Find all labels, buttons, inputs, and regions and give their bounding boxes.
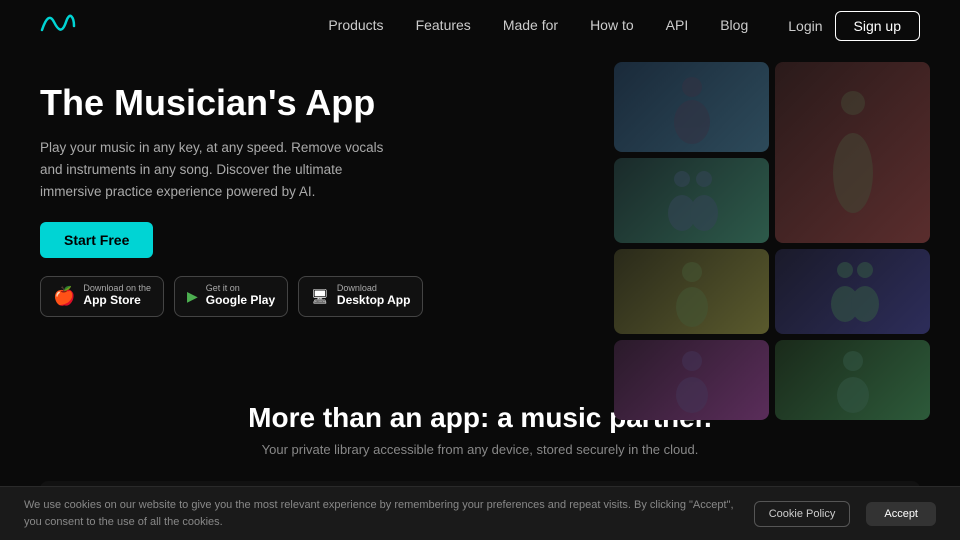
photo-overlay-5 [775,249,930,334]
googleplay-icon: ▶ [187,288,198,305]
photo-grid [614,62,930,420]
photo-mic [614,340,769,420]
googleplay-main: Google Play [206,293,275,309]
start-free-button[interactable]: Start Free [40,222,153,258]
photo-overlay-4 [614,249,769,334]
appstore-button[interactable]: 🍎 Download on the App Store [40,276,164,317]
photo-overlay-2 [775,62,930,243]
logo [40,12,76,41]
hero-description: Play your music in any key, at any speed… [40,137,400,202]
hero-section: The Musician's App Play your music in an… [0,52,960,382]
nav-api[interactable]: API [666,17,689,33]
photo-headphones [614,62,769,152]
photo-guitar-duo [775,249,930,334]
cookie-policy-button[interactable]: Cookie Policy [754,501,851,527]
hero-content: The Musician's App Play your music in an… [40,62,500,382]
hero-photo-grid [520,62,920,382]
appstore-text: Download on the App Store [83,284,151,309]
photo-overlay-3 [614,158,769,243]
photo-studio [614,158,769,243]
cookie-text: We use cookies on our website to give yo… [24,497,738,530]
googleplay-button[interactable]: ▶ Get it on Google Play [174,276,288,317]
googleplay-sub: Get it on [206,284,275,293]
nav-links: Products Features Made for How to API Bl… [328,17,748,35]
photo-guitar-solo [614,249,769,334]
apple-icon: 🍎 [53,286,75,307]
photo-last [775,340,930,420]
second-subtitle: Your private library accessible from any… [40,442,920,457]
navbar: Products Features Made for How to API Bl… [0,0,960,52]
nav-blog[interactable]: Blog [720,17,748,33]
desktop-sub: Download [337,284,411,293]
desktop-icon: 🖥 [311,288,329,305]
nav-features[interactable]: Features [416,17,471,33]
desktop-main: Desktop App [337,293,411,309]
cookie-banner: We use cookies on our website to give yo… [0,486,960,540]
nav-auth: Login Sign up [788,11,920,41]
appstore-sub: Download on the [83,284,151,293]
login-button[interactable]: Login [788,18,822,34]
googleplay-text: Get it on Google Play [206,284,275,309]
desktop-text: Download Desktop App [337,284,411,309]
nav-made-for[interactable]: Made for [503,17,558,33]
signup-button[interactable]: Sign up [835,11,920,41]
nav-how-to[interactable]: How to [590,17,634,33]
photo-dark-musician [775,62,930,243]
desktop-button[interactable]: 🖥 Download Desktop App [298,276,423,317]
photo-overlay-7 [775,340,930,420]
accept-button[interactable]: Accept [866,502,936,526]
photo-overlay-1 [614,62,769,152]
photo-overlay-6 [614,340,769,420]
nav-products[interactable]: Products [328,17,383,33]
hero-title: The Musician's App [40,82,500,123]
store-buttons: 🍎 Download on the App Store ▶ Get it on … [40,276,500,317]
appstore-main: App Store [83,293,151,309]
